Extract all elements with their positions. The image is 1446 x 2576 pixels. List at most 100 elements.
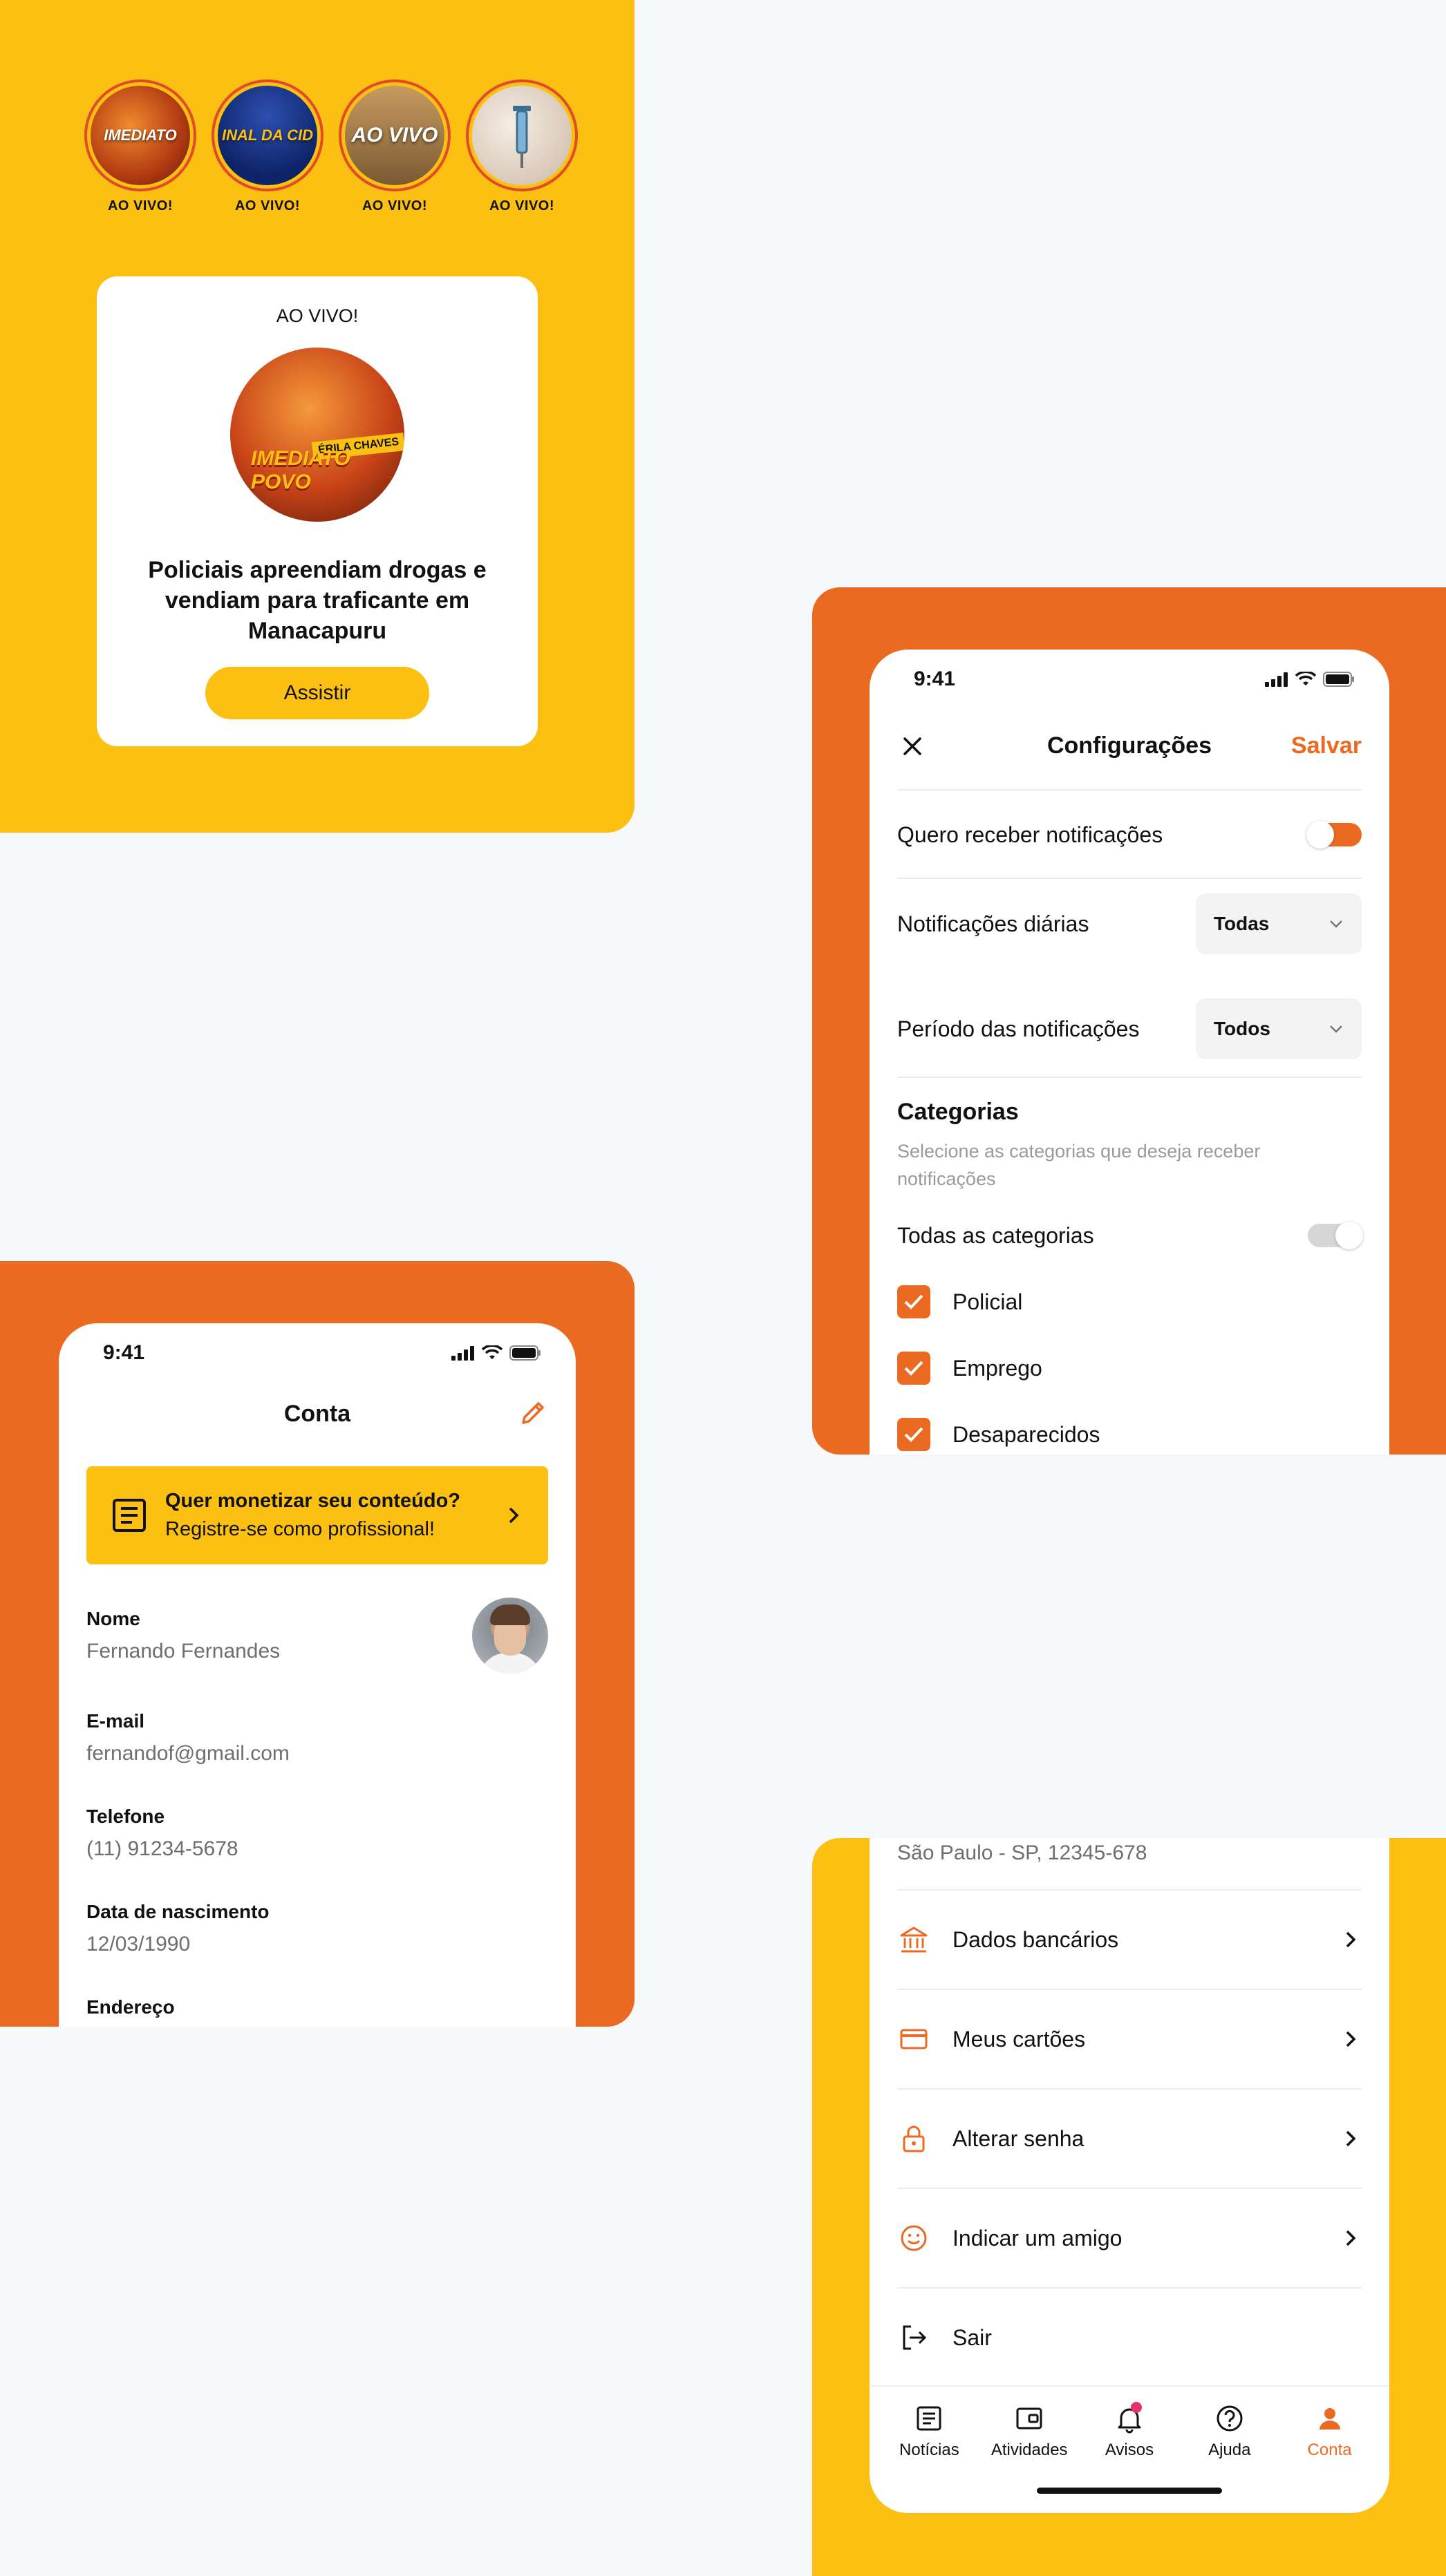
tab-news[interactable]: Notícias: [881, 2387, 977, 2468]
status-time: 9:41: [914, 667, 956, 690]
all-categories-label: Todas as categorias: [897, 1222, 1094, 1248]
notifications-row: Quero receber notificações: [897, 807, 1362, 862]
checkbox-checked[interactable]: [897, 1418, 930, 1451]
tab-account[interactable]: Conta: [1281, 2387, 1378, 2468]
bank-icon: [897, 1923, 930, 1956]
tab-label: Conta: [1307, 2441, 1352, 2459]
address-value: São Paulo - SP, 12345-678: [897, 1841, 1147, 1864]
menu-item-password[interactable]: Alterar senha: [897, 2088, 1362, 2188]
story-thumbnail: AO VIVO: [345, 86, 444, 185]
birthdate-field: Data de nascimento 12/03/1990: [86, 1901, 270, 1956]
category-policial[interactable]: Policial: [897, 1285, 1022, 1318]
period-label: Período das notificações: [897, 1016, 1140, 1041]
story-label: AO VIVO!: [489, 198, 554, 214]
menu-item-logout[interactable]: Sair: [897, 2287, 1362, 2387]
check-icon: [904, 1361, 923, 1376]
watch-button[interactable]: Assistir: [205, 667, 429, 719]
document-icon: [113, 1499, 146, 1532]
show-brand: IMEDIATO POVO: [251, 447, 350, 493]
daily-select-value: Todas: [1214, 913, 1270, 934]
daily-label: Notificações diárias: [897, 911, 1089, 936]
categories-title: Categorias: [897, 1099, 1019, 1125]
chevron-down-icon: [1330, 1025, 1342, 1033]
category-label: Emprego: [952, 1355, 1042, 1381]
stories-row: IMEDIATO AO VIVO! INAL DA CID AO VIVO! A…: [84, 79, 578, 214]
story-ring: INAL DA CID: [212, 79, 323, 191]
chevron-right-icon: [1346, 2130, 1356, 2147]
chevron-right-icon: [1346, 2031, 1356, 2047]
category-label: Desaparecidos: [952, 1421, 1100, 1447]
checkbox-checked[interactable]: [897, 1285, 930, 1318]
story-item[interactable]: IMEDIATO AO VIVO!: [84, 79, 196, 214]
menu-item-label: Meus cartões: [952, 2026, 1086, 2052]
menu-item-label: Dados bancários: [952, 1926, 1119, 1952]
account-phone: 9:41 Conta Quer monetizar seu conteúdo? …: [59, 1323, 576, 2027]
field-value: 12/03/1990: [86, 1933, 191, 1955]
story-thumb-text: INAL DA CID: [222, 126, 313, 144]
menu-phone: São Paulo - SP, 12345-678 Dados bancário…: [870, 1838, 1389, 2513]
menu-item-bank[interactable]: Dados bancários: [897, 1889, 1362, 1989]
story-ring: IMEDIATO: [84, 79, 196, 191]
settings-header: Configurações Salvar: [870, 719, 1389, 774]
story-label: AO VIVO!: [362, 198, 427, 214]
category-label: Policial: [952, 1289, 1023, 1314]
smile-icon: [897, 2222, 930, 2255]
checkbox-checked[interactable]: [897, 1352, 930, 1385]
category-desaparecidos[interactable]: Desaparecidos: [897, 1418, 1100, 1451]
menu-panel: São Paulo - SP, 12345-678 Dados bancário…: [812, 1838, 1446, 2576]
story-label: AO VIVO!: [107, 198, 173, 214]
notifications-toggle[interactable]: [1306, 821, 1362, 849]
field-value: Fernando Fernandes: [86, 1640, 281, 1663]
menu-item-label: Indicar um amigo: [952, 2225, 1123, 2251]
pencil-icon[interactable]: [518, 1398, 548, 1428]
home-indicator: [1037, 2488, 1222, 2494]
story-label: AO VIVO!: [234, 198, 300, 214]
user-icon: [1312, 2400, 1348, 2436]
banner-text: Quer monetizar seu conteúdo? Registre-se…: [165, 1490, 504, 1541]
chevron-right-icon: [1346, 2230, 1356, 2246]
battery-icon: [509, 1345, 541, 1361]
tab-label: Ajuda: [1208, 2441, 1251, 2459]
check-icon: [904, 1427, 923, 1442]
email-field: E-mail fernandof@gmail.com: [86, 1710, 290, 1765]
avatar[interactable]: [472, 1598, 548, 1674]
settings-phone: 9:41 Configurações Salvar Quero receber …: [870, 650, 1389, 1455]
categories-subtitle: Selecione as categorias que deseja receb…: [897, 1141, 1261, 1189]
field-value: fernandof@gmail.com: [86, 1742, 290, 1765]
phone-field: Telefone (11) 91234-5678: [86, 1806, 238, 1861]
banner-title: Quer monetizar seu conteúdo?: [165, 1490, 460, 1512]
story-item[interactable]: AO VIVO AO VIVO!: [339, 79, 451, 214]
field-label: Endereço: [86, 1996, 175, 2018]
story-thumb-text: IMEDIATO: [104, 126, 177, 144]
tab-activities[interactable]: Atividades: [981, 2387, 1078, 2468]
story-item[interactable]: AO VIVO!: [466, 79, 578, 214]
save-button[interactable]: Salvar: [1291, 732, 1362, 759]
all-categories-toggle[interactable]: [1308, 1222, 1363, 1249]
story-ring: AO VIVO: [339, 79, 451, 191]
story-item[interactable]: INAL DA CID AO VIVO!: [212, 79, 323, 214]
story-thumbnail: INAL DA CID: [218, 86, 317, 185]
monetize-banner[interactable]: Quer monetizar seu conteúdo? Registre-se…: [86, 1466, 548, 1564]
page-title: Conta: [283, 1401, 351, 1427]
notifications-label: Quero receber notificações: [897, 822, 1163, 847]
notification-dot: [1130, 2402, 1142, 2413]
menu-item-refer[interactable]: Indicar um amigo: [897, 2188, 1362, 2287]
live-thumbnail[interactable]: ÉRILA CHAVES IMEDIATO POVO: [230, 348, 404, 522]
name-field: Nome Fernando Fernandes: [86, 1608, 280, 1663]
period-select[interactable]: Todos: [1196, 998, 1362, 1059]
tab-label: Atividades: [990, 2441, 1068, 2459]
account-panel: 9:41 Conta Quer monetizar seu conteúdo? …: [0, 1261, 635, 2027]
banner-subtitle: Registre-se como profissional!: [165, 1518, 435, 1540]
tab-notices[interactable]: Avisos: [1081, 2387, 1178, 2468]
live-panel: IMEDIATO AO VIVO! INAL DA CID AO VIVO! A…: [0, 0, 635, 833]
category-emprego[interactable]: Emprego: [897, 1352, 1042, 1385]
menu-item-label: Sair: [952, 2324, 992, 2350]
field-value: (11) 91234-5678: [86, 1837, 238, 1860]
story-thumb-text: AO VIVO: [351, 124, 438, 146]
tab-label: Avisos: [1105, 2441, 1154, 2459]
menu-item-cards[interactable]: Meus cartões: [897, 1989, 1362, 2088]
tab-help[interactable]: Ajuda: [1181, 2387, 1278, 2468]
daily-select[interactable]: Todas: [1196, 893, 1362, 954]
signal-icon: [451, 1346, 474, 1361]
field-label: Nome: [86, 1608, 140, 1629]
